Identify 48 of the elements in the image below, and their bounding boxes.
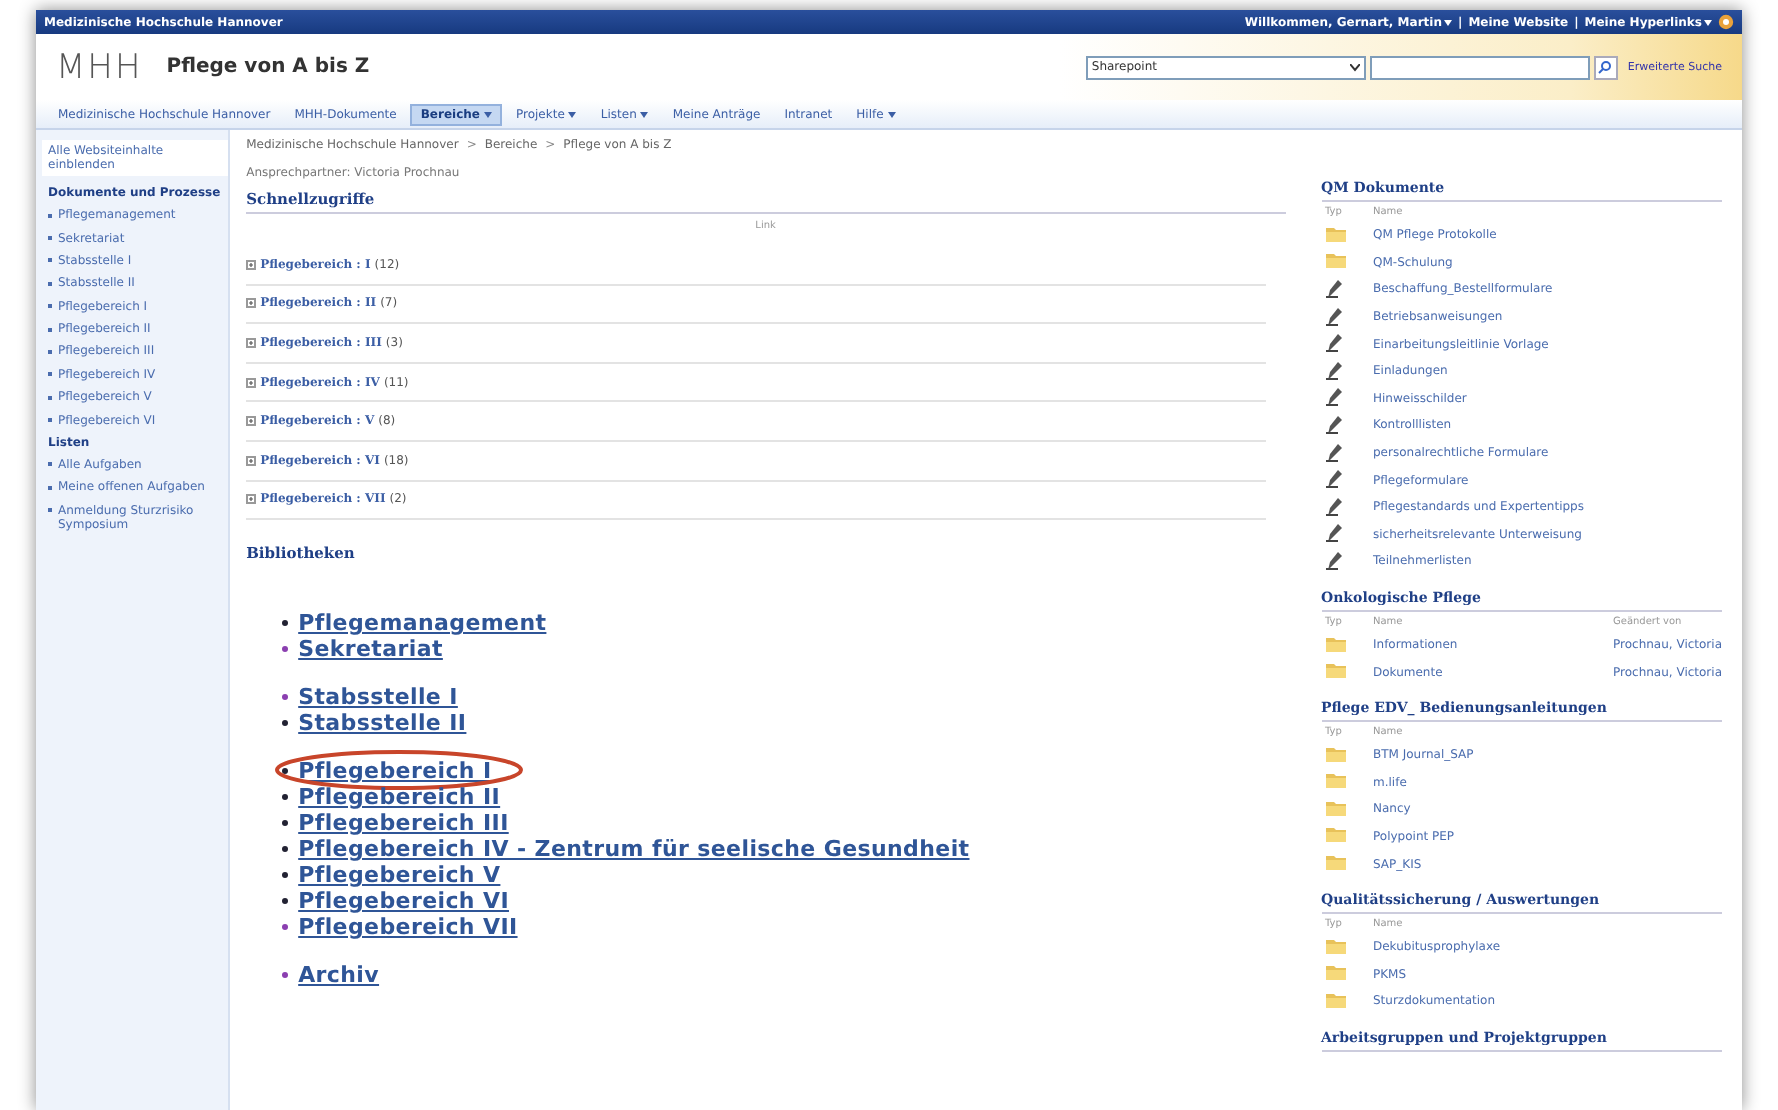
- library-link[interactable]: Sekretariat: [298, 636, 443, 663]
- expand-icon[interactable]: [246, 377, 257, 388]
- folder-icon: [1325, 937, 1345, 954]
- folder-icon: [1325, 225, 1345, 242]
- folder-icon: [1325, 745, 1345, 762]
- folder-icon: [1325, 662, 1345, 679]
- pen-icon: [1325, 441, 1341, 462]
- folder-icon: [1325, 991, 1345, 1008]
- folder-icon: [1325, 635, 1345, 652]
- search-icon: [1598, 60, 1613, 74]
- pen-icon: [1325, 495, 1341, 516]
- pen-icon: [1325, 359, 1341, 380]
- library-link[interactable]: Pflegebereich III: [298, 810, 509, 837]
- library-link[interactable]: Stabsstelle II: [298, 710, 467, 737]
- expand-icon[interactable]: [246, 494, 257, 505]
- folder-icon: [1325, 252, 1345, 269]
- folder-icon: [1325, 799, 1345, 816]
- chevron-icon: [1349, 63, 1360, 71]
- pen-icon: [1325, 413, 1341, 434]
- library-link[interactable]: Stabsstelle I: [298, 684, 458, 711]
- expand-icon[interactable]: [246, 455, 257, 466]
- library-link[interactable]: Pflegemanagement: [298, 610, 547, 637]
- pen-icon: [1325, 386, 1341, 407]
- library-link[interactable]: Pflegebereich VII: [298, 914, 518, 941]
- library-link[interactable]: Pflegebereich II: [298, 784, 501, 811]
- folder-icon: [1325, 854, 1345, 871]
- library-link[interactable]: Pflegebereich IV - Zentrum für seelische Gesundheit: [298, 836, 970, 863]
- site-logo: MHH: [56, 47, 143, 87]
- expand-icon[interactable]: [246, 337, 257, 348]
- search-field[interactable]: [1369, 55, 1590, 79]
- library-link[interactable]: Archiv: [298, 962, 380, 989]
- site-title: Pflege von A bis Z: [166, 56, 370, 78]
- expand-icon[interactable]: [246, 298, 257, 309]
- pen-icon: [1325, 522, 1341, 543]
- library-link[interactable]: Pflegebereich VI: [298, 888, 509, 915]
- pen-icon: [1325, 468, 1341, 489]
- pen-icon: [1325, 332, 1341, 353]
- pen-icon: [1325, 305, 1341, 326]
- folder-icon: [1325, 964, 1345, 981]
- expand-icon[interactable]: [246, 259, 257, 270]
- folder-icon: [1325, 772, 1345, 789]
- pen-icon: [1325, 277, 1341, 298]
- pen-icon: [1325, 549, 1341, 570]
- folder-icon: [1325, 826, 1345, 843]
- library-link[interactable]: Pflegebereich V: [298, 862, 501, 889]
- help-icon[interactable]: [1718, 14, 1734, 30]
- search-button[interactable]: [1593, 55, 1618, 79]
- expand-icon[interactable]: [246, 416, 257, 427]
